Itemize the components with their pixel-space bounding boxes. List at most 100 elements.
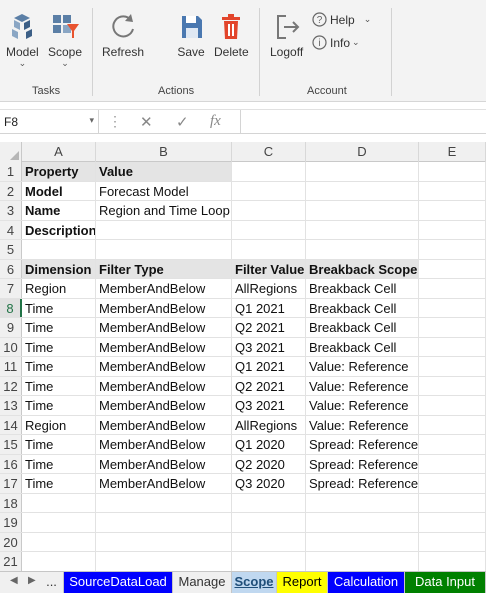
row-header[interactable]: 20 [0,532,22,551]
cell[interactable]: Q2 2020 [232,454,306,473]
cell[interactable]: Region [22,279,96,298]
column-header-b[interactable]: B [96,142,232,162]
cell[interactable]: Property [22,162,96,181]
cell[interactable]: Model [22,181,96,200]
cell[interactable] [419,357,486,376]
cell[interactable] [419,474,486,493]
cell[interactable]: Time [22,337,96,356]
tab-data-input[interactable]: Data Input [405,572,486,593]
tab-report[interactable]: Report [277,572,328,593]
cell[interactable]: Dimension [22,259,96,278]
cell[interactable]: Filter Type [96,259,232,278]
cell[interactable]: Q1 2020 [232,435,306,454]
cell[interactable] [419,532,486,551]
cell[interactable] [419,298,486,317]
info-button[interactable]: i Info ⌄ [312,35,360,50]
cell[interactable] [419,279,486,298]
cell[interactable]: Time [22,298,96,317]
row-header[interactable]: 14 [0,415,22,434]
cancel-icon[interactable]: ✕ [140,113,153,131]
cell[interactable] [306,240,419,259]
cell[interactable] [232,181,306,200]
scope-button[interactable]: Scope ⌄ [48,12,82,68]
cell[interactable] [306,181,419,200]
cell[interactable]: MemberAndBelow [96,415,232,434]
cell[interactable] [306,532,419,551]
cell[interactable] [232,162,306,181]
row-header[interactable]: 8 [0,298,22,317]
row-header[interactable]: 17 [0,474,22,493]
cell[interactable] [419,201,486,220]
cell[interactable]: Breakback Cell [306,337,419,356]
cell[interactable] [419,337,486,356]
cell[interactable] [419,318,486,337]
cell[interactable]: Region [22,415,96,434]
cell[interactable]: Region and Time Loop [96,201,232,220]
cell[interactable]: Filter Value [232,259,306,278]
cell[interactable] [419,220,486,239]
row-header[interactable]: 15 [0,435,22,454]
cell[interactable] [419,376,486,395]
cell[interactable] [96,240,232,259]
cell[interactable] [419,454,486,473]
cell[interactable]: Time [22,454,96,473]
cell[interactable] [419,396,486,415]
row-header[interactable]: 19 [0,513,22,532]
row-header[interactable]: 21 [0,552,22,571]
cell[interactable] [419,493,486,512]
cell[interactable] [306,201,419,220]
row-header[interactable]: 16 [0,454,22,473]
cell[interactable]: Q1 2021 [232,298,306,317]
cell[interactable]: Time [22,474,96,493]
cell[interactable]: Value [96,162,232,181]
name-box[interactable]: F8 ▾ [0,110,99,134]
cell[interactable] [232,513,306,532]
row-header[interactable]: 4 [0,220,22,239]
cell[interactable] [419,552,486,571]
logoff-button[interactable]: Logoff [270,12,303,59]
cell[interactable] [232,532,306,551]
cell[interactable] [232,240,306,259]
cell[interactable] [22,493,96,512]
cell[interactable]: Breakback Cell [306,298,419,317]
cell[interactable]: Time [22,435,96,454]
tab-sourcedataload[interactable]: SourceDataLoad [64,572,173,593]
cell[interactable]: Spread: Reference [306,454,419,473]
cell[interactable]: MemberAndBelow [96,298,232,317]
cell[interactable] [96,513,232,532]
cell[interactable]: Q2 2021 [232,318,306,337]
cell[interactable] [306,493,419,512]
cell[interactable] [419,181,486,200]
cell[interactable] [22,240,96,259]
tab-scroll-left-icon[interactable]: ◀ [10,575,18,586]
cell[interactable]: MemberAndBelow [96,454,232,473]
tab-scope[interactable]: Scope [232,572,277,593]
model-button[interactable]: Model ⌄ [6,12,39,68]
cell[interactable]: MemberAndBelow [96,396,232,415]
tab-scroll-right-icon[interactable]: ▶ [28,575,36,586]
cell[interactable] [22,532,96,551]
cell[interactable] [306,162,419,181]
cell[interactable]: Time [22,376,96,395]
cell[interactable] [96,220,232,239]
column-header-d[interactable]: D [306,142,419,162]
delete-button[interactable]: Delete [214,12,249,59]
cell[interactable]: Value: Reference [306,376,419,395]
row-header[interactable]: 2 [0,181,22,200]
cell[interactable] [419,240,486,259]
cell[interactable]: Spread: Reference [306,474,419,493]
insert-function-icon[interactable]: fx [210,113,221,130]
column-header-c[interactable]: C [232,142,306,162]
cell[interactable] [419,513,486,532]
cell[interactable]: Breakback Cell [306,318,419,337]
row-header[interactable]: 13 [0,396,22,415]
cell[interactable] [96,552,232,571]
cell[interactable]: Value: Reference [306,396,419,415]
row-header[interactable]: 7 [0,279,22,298]
formula-input[interactable] [240,110,486,134]
spreadsheet-grid[interactable]: A B C D E 1 Property Value 2 Model Forecast M… [0,142,486,571]
select-all-corner[interactable] [0,142,22,162]
cell[interactable]: Time [22,318,96,337]
cell[interactable] [232,220,306,239]
cell[interactable]: Q1 2021 [232,357,306,376]
